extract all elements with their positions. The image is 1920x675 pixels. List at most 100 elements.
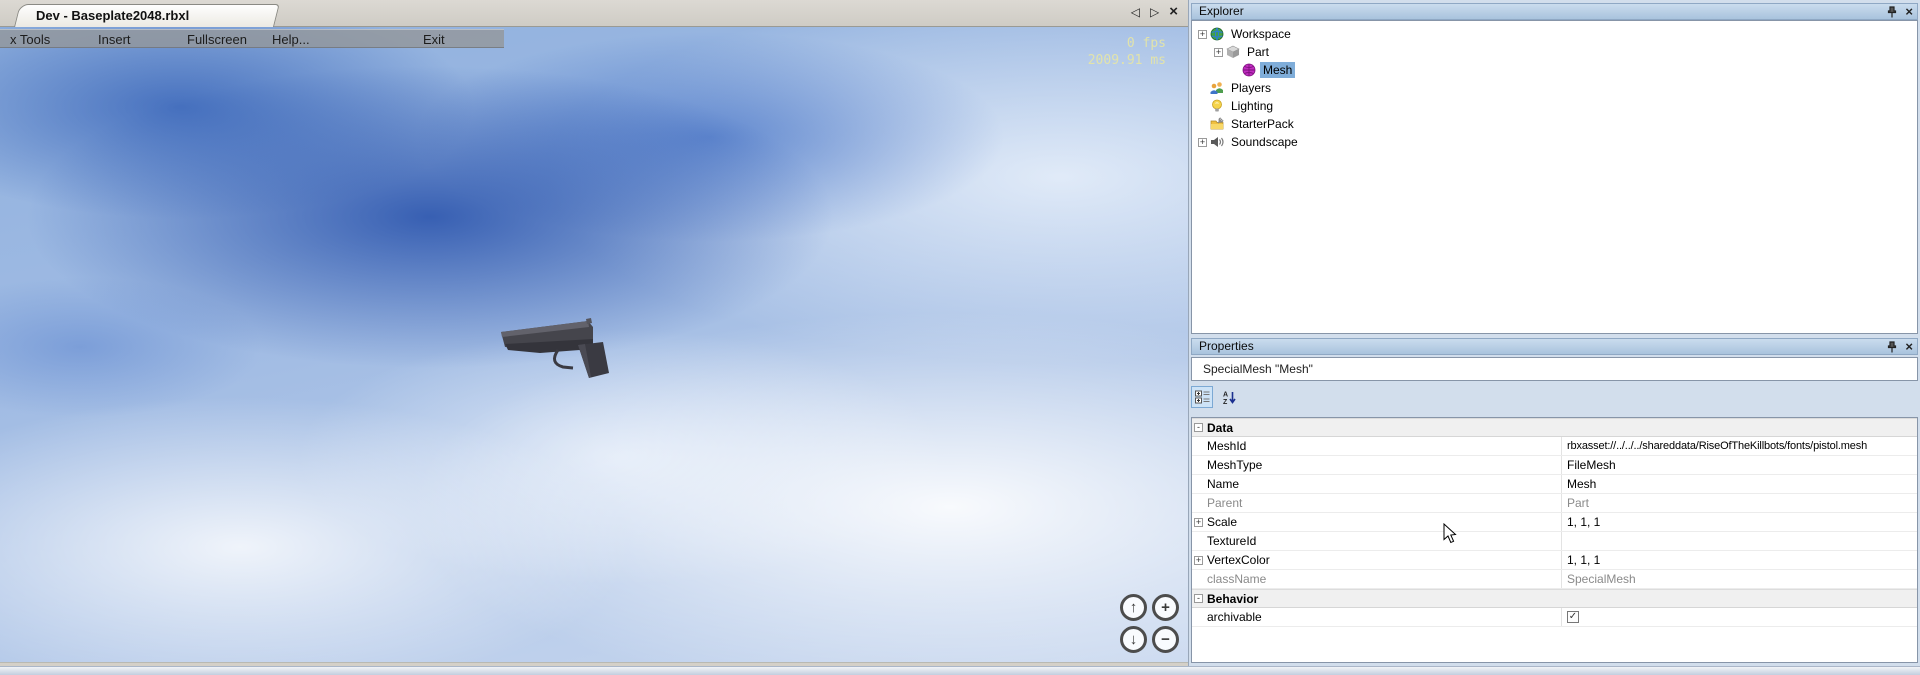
property-value[interactable]: 1, 1, 1 xyxy=(1561,513,1917,531)
document-tab[interactable]: Dev - Baseplate2048.rbxl xyxy=(14,4,274,27)
explorer-tree: + Workspace + Part Mesh xyxy=(1191,20,1918,334)
tree-item-mesh[interactable]: Mesh xyxy=(1192,61,1917,79)
tree-item-starterpack[interactable]: StarterPack xyxy=(1192,115,1917,133)
part-icon xyxy=(1226,45,1240,59)
pan-up-button[interactable]: ↑ xyxy=(1120,594,1147,621)
section-row-behavior[interactable]: - Behavior xyxy=(1192,589,1917,608)
tree-item-label: Soundscape xyxy=(1228,134,1301,150)
explorer-header: Explorer × xyxy=(1191,3,1918,20)
tree-item-soundscape[interactable]: + Soundscape xyxy=(1192,133,1917,151)
menu-item-insert[interactable]: Insert xyxy=(98,32,131,47)
property-row-meshid[interactable]: MeshId rbxasset://../../../shareddata/Ri… xyxy=(1192,437,1917,456)
zoom-out-button[interactable]: − xyxy=(1152,626,1179,653)
tree-item-part[interactable]: + Part xyxy=(1192,43,1917,61)
expand-icon[interactable]: + xyxy=(1214,48,1223,57)
property-value[interactable]: 1, 1, 1 xyxy=(1561,551,1917,569)
fps-counter: 0 fps xyxy=(1088,35,1166,52)
section-label: Behavior xyxy=(1207,592,1258,606)
properties-header: Properties × xyxy=(1191,338,1918,355)
collapse-icon[interactable]: - xyxy=(1194,594,1203,603)
tree-item-lighting[interactable]: Lighting xyxy=(1192,97,1917,115)
mesh-icon xyxy=(1242,63,1256,77)
mouse-cursor xyxy=(1443,523,1457,544)
property-row-vertexcolor[interactable]: + VertexColor 1, 1, 1 xyxy=(1192,551,1917,570)
pan-down-button[interactable]: ↓ xyxy=(1120,626,1147,653)
selected-object-box: SpecialMesh "Mesh" xyxy=(1191,357,1918,381)
tab-close-icon[interactable]: × xyxy=(1169,3,1178,21)
tab-scroll-left-icon[interactable]: ◁ xyxy=(1131,3,1140,21)
tree-item-label: Lighting xyxy=(1228,98,1276,114)
lighting-icon xyxy=(1210,99,1224,113)
zoom-in-button[interactable]: + xyxy=(1152,594,1179,621)
property-label: MeshId xyxy=(1207,439,1246,453)
property-row-textureid[interactable]: TextureId xyxy=(1192,532,1917,551)
selected-object-label: SpecialMesh "Mesh" xyxy=(1203,362,1313,376)
property-row-archivable[interactable]: archivable ✓ xyxy=(1192,608,1917,627)
properties-title: Properties xyxy=(1199,339,1254,353)
property-label: Name xyxy=(1207,477,1239,491)
tab-scroll-right-icon[interactable]: ▷ xyxy=(1150,3,1159,21)
categorized-view-button[interactable] xyxy=(1191,386,1213,408)
property-value[interactable]: Mesh xyxy=(1561,475,1917,493)
explorer-title: Explorer xyxy=(1199,4,1244,18)
tab-title: Dev - Baseplate2048.rbxl xyxy=(36,8,189,23)
properties-toolbar: A Z xyxy=(1191,386,1241,412)
starterpack-icon xyxy=(1210,117,1224,131)
explorer-close-icon[interactable]: × xyxy=(1905,5,1913,19)
pin-icon[interactable] xyxy=(1887,341,1897,353)
alphabetical-sort-icon: A Z xyxy=(1223,390,1237,405)
dock-panel: Explorer × + Workspace + Part xyxy=(1188,0,1920,666)
expand-icon[interactable]: + xyxy=(1198,30,1207,39)
menu-item-exit[interactable]: Exit xyxy=(423,32,445,47)
collapse-icon[interactable]: - xyxy=(1194,423,1203,432)
performance-overlay: 0 fps 2009.91 ms xyxy=(1088,35,1166,69)
property-row-classname[interactable]: className SpecialMesh xyxy=(1192,570,1917,589)
property-label: MeshType xyxy=(1207,458,1262,472)
menu-item-help[interactable]: Help... xyxy=(272,32,310,47)
expand-icon[interactable]: + xyxy=(1194,518,1203,527)
section-label: Data xyxy=(1207,421,1233,435)
players-icon xyxy=(1210,81,1224,95)
workspace-globe-icon xyxy=(1210,27,1224,41)
property-row-scale[interactable]: + Scale 1, 1, 1 xyxy=(1192,513,1917,532)
property-value: Part xyxy=(1561,494,1917,512)
tree-item-label: Players xyxy=(1228,80,1274,96)
property-label: Scale xyxy=(1207,515,1237,529)
viewport-pane: Dev - Baseplate2048.rbxl ◁ ▷ × x Tools I… xyxy=(0,0,1188,666)
property-row-name[interactable]: Name Mesh xyxy=(1192,475,1917,494)
property-value: SpecialMesh xyxy=(1561,570,1917,588)
property-value[interactable]: rbxasset://../../../shareddata/RiseOfThe… xyxy=(1561,437,1917,455)
property-value[interactable] xyxy=(1561,532,1917,550)
menu-item-fullscreen[interactable]: Fullscreen xyxy=(187,32,247,47)
property-label: TextureId xyxy=(1207,534,1256,548)
alphabetical-sort-button[interactable]: A Z xyxy=(1219,386,1241,408)
categorized-view-icon xyxy=(1195,390,1210,404)
menu-bar: x Tools Insert Fullscreen Help... Exit xyxy=(0,29,504,48)
pin-icon[interactable] xyxy=(1887,6,1897,18)
pistol-mesh-object[interactable] xyxy=(498,313,616,381)
status-bar xyxy=(0,666,1920,675)
property-grid: - Data MeshId rbxasset://../../../shared… xyxy=(1191,417,1918,663)
menu-item-tools[interactable]: x Tools xyxy=(10,32,50,47)
frame-time-counter: 2009.91 ms xyxy=(1088,52,1166,69)
section-row-data[interactable]: - Data xyxy=(1192,418,1917,437)
property-label: VertexColor xyxy=(1207,553,1270,567)
property-label: archivable xyxy=(1207,610,1262,624)
property-row-meshtype[interactable]: MeshType FileMesh xyxy=(1192,456,1917,475)
tree-item-label: StarterPack xyxy=(1228,116,1297,132)
tab-strip: Dev - Baseplate2048.rbxl ◁ ▷ × xyxy=(0,0,1188,27)
expand-icon[interactable]: + xyxy=(1194,556,1203,565)
camera-navpad: ↑ + ↓ − xyxy=(1120,594,1182,656)
properties-close-icon[interactable]: × xyxy=(1905,340,1913,354)
tree-item-label: Workspace xyxy=(1228,26,1294,42)
tree-item-workspace[interactable]: + Workspace xyxy=(1192,25,1917,43)
archivable-checkbox[interactable]: ✓ xyxy=(1567,611,1579,623)
expand-icon[interactable]: + xyxy=(1198,138,1207,147)
tree-item-players[interactable]: Players xyxy=(1192,79,1917,97)
property-value[interactable]: FileMesh xyxy=(1561,456,1917,474)
svg-text:A: A xyxy=(1223,391,1228,398)
svg-text:Z: Z xyxy=(1223,399,1228,405)
3d-viewport[interactable]: x Tools Insert Fullscreen Help... Exit 0… xyxy=(0,27,1188,663)
property-label: Parent xyxy=(1207,496,1242,510)
property-row-parent[interactable]: Parent Part xyxy=(1192,494,1917,513)
